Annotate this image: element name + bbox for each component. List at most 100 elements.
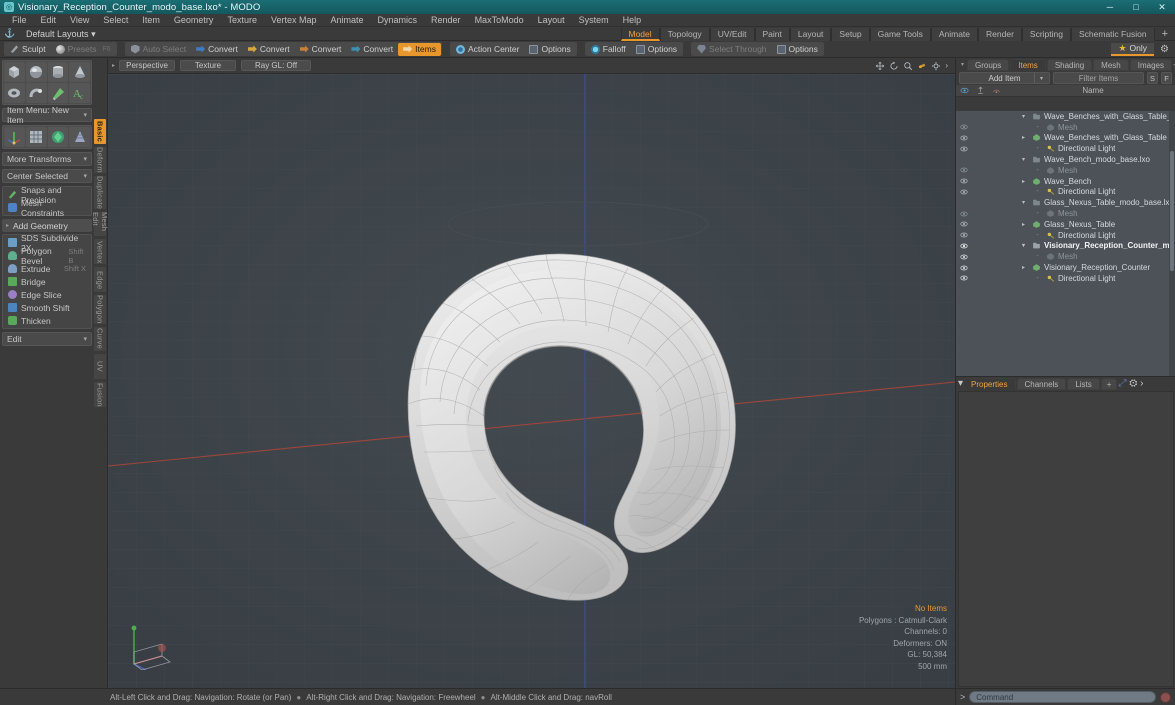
menu-vertex-map[interactable]: Vertex Map (264, 14, 324, 27)
tab-properties[interactable]: Properties (963, 378, 1015, 390)
select-through-options-button[interactable]: Options (772, 43, 823, 56)
column-name-header[interactable]: Name (1004, 86, 1175, 95)
tab-channels[interactable]: Channels (1017, 378, 1067, 390)
table-row[interactable]: ▾ Wave_Benches_with_Glass_Table_modo_b .… (956, 111, 1175, 122)
menu-texture[interactable]: Texture (220, 14, 264, 27)
menu-edit[interactable]: Edit (34, 14, 64, 27)
viewport-canvas[interactable]: No Items Polygons : Catmull-Clark Channe… (108, 74, 955, 688)
grid-tool-button[interactable] (26, 127, 47, 147)
close-button[interactable]: ✕ (1149, 0, 1175, 14)
tab-items[interactable]: Items (1010, 59, 1046, 71)
table-row[interactable]: - Directional Light (956, 187, 1175, 198)
vtab-curve[interactable]: Curve (93, 326, 107, 353)
tab-uv-edit[interactable]: UV/Edit (710, 28, 755, 41)
convert-polygon-button[interactable]: Convert (295, 43, 347, 56)
table-row[interactable]: ▾ Glass_Nexus_Table_modo_base.lxo (956, 197, 1175, 208)
visibility-toggle[interactable] (956, 274, 972, 282)
tab-animate[interactable]: Animate (931, 28, 978, 41)
menu-help[interactable]: Help (616, 14, 649, 27)
scroll-thumb[interactable] (1170, 151, 1174, 271)
center-selected-dropdown[interactable]: Center Selected ▾ (2, 169, 92, 183)
viewport-shading-mode[interactable]: Texture (180, 60, 236, 71)
item-tree[interactable]: ▾ Wave_Benches_with_Glass_Table_modo_b .… (956, 111, 1175, 376)
chevron-right-icon[interactable]: › (945, 61, 948, 70)
table-row[interactable]: - Mesh (956, 208, 1175, 219)
cone-tool-button[interactable] (69, 62, 90, 82)
properties-content[interactable] (958, 391, 1174, 687)
vtab-vertex[interactable]: Vertex (93, 238, 107, 265)
table-row[interactable]: - Mesh (956, 122, 1175, 133)
add-geometry-header[interactable]: ▸ Add Geometry (2, 219, 92, 232)
menu-file[interactable]: File (5, 14, 34, 27)
tube-tool-button[interactable] (26, 83, 47, 103)
menu-dynamics[interactable]: Dynamics (371, 14, 425, 27)
vtab-mesh-edit[interactable]: Mesh Edit (93, 211, 107, 238)
filter-s-button[interactable]: S (1147, 72, 1158, 84)
menu-layout[interactable]: Layout (531, 14, 572, 27)
mesh-constraints-item[interactable]: Mesh Constraints (4, 201, 90, 214)
layout-selector[interactable]: Default Layouts ▾ (22, 28, 100, 40)
menu-geometry[interactable]: Geometry (167, 14, 221, 27)
disclosure-triangle[interactable]: ▾ (1018, 113, 1029, 120)
maximize-button[interactable]: □ (1123, 0, 1149, 14)
smooth-shift-item[interactable]: Smooth Shift (4, 301, 90, 314)
menu-animate[interactable]: Animate (323, 14, 370, 27)
tab-groups[interactable]: Groups (967, 59, 1009, 71)
table-row[interactable]: ▸ Wave_Benches_with_Glass_Table (956, 133, 1175, 144)
falloff-button[interactable]: Falloff (586, 43, 631, 56)
zoom-icon[interactable] (903, 61, 913, 71)
menu-system[interactable]: System (572, 14, 616, 27)
torus-tool-button[interactable] (4, 83, 25, 103)
visibility-toggle[interactable] (956, 210, 972, 218)
vtab-deform[interactable]: Deform (93, 146, 107, 174)
visibility-toggle[interactable] (956, 264, 972, 272)
visibility-toggle[interactable] (956, 253, 972, 261)
menu-item[interactable]: Item (135, 14, 167, 27)
table-row[interactable]: ▾ Wave_Bench_modo_base.lxo (956, 154, 1175, 165)
vtab-duplicate[interactable]: Duplicate (93, 175, 107, 210)
disclosure-triangle[interactable]: ▾ (1018, 156, 1029, 163)
bridge-item[interactable]: Bridge (4, 275, 90, 288)
edit-dropdown[interactable]: Edit ▾ (2, 332, 92, 346)
table-row[interactable]: ▾ Visionary_Reception_Counter_modo... (956, 241, 1175, 252)
visibility-toggle[interactable] (956, 134, 972, 142)
tab-setup[interactable]: Setup (831, 28, 869, 41)
visibility-toggle[interactable] (956, 166, 972, 174)
edge-slice-item[interactable]: Edge Slice (4, 288, 90, 301)
thicken-item[interactable]: Thicken (4, 314, 90, 327)
viewport-view-mode[interactable]: Perspective (119, 60, 175, 71)
expand-icon[interactable]: ⤢ (1118, 378, 1126, 389)
rotate-icon[interactable] (889, 61, 899, 71)
tab-schematic-fusion[interactable]: Schematic Fusion (1071, 28, 1155, 41)
visibility-toggle[interactable] (956, 188, 972, 196)
pan-icon[interactable] (875, 61, 885, 71)
table-row[interactable]: ▸ Visionary_Reception_Counter (956, 262, 1175, 273)
disclosure-triangle[interactable]: ▾ (1018, 199, 1029, 206)
presets-button[interactable]: Presets F6 (51, 43, 116, 56)
menu-maxtomodo[interactable]: MaxToModo (468, 14, 531, 27)
chevron-down-icon[interactable]: ▾ (1034, 73, 1048, 83)
fit-icon[interactable] (917, 61, 927, 71)
tab-lists[interactable]: Lists (1067, 378, 1099, 390)
chevron-right-icon[interactable]: › (1140, 378, 1143, 389)
gem-tool-button[interactable] (48, 127, 69, 147)
vtab-polygon[interactable]: Polygon (93, 294, 107, 325)
menu-view[interactable]: View (63, 14, 96, 27)
sphere-tool-button[interactable] (26, 62, 47, 82)
falloff-options-button[interactable]: Options (631, 43, 682, 56)
record-icon[interactable] (1160, 692, 1171, 703)
column-visibility-icon[interactable] (956, 86, 972, 95)
only-toggle[interactable]: ★ Only (1111, 43, 1154, 56)
gear-icon[interactable] (931, 61, 941, 71)
item-tree-vscrollbar[interactable] (1169, 111, 1175, 376)
action-center-options-button[interactable]: Options (524, 43, 575, 56)
visibility-toggle[interactable] (956, 145, 972, 153)
visibility-toggle[interactable] (956, 231, 972, 239)
table-row[interactable]: ▸ Wave_Bench (956, 176, 1175, 187)
vtab-uv[interactable]: UV (93, 353, 107, 380)
tab-paint[interactable]: Paint (755, 28, 790, 41)
table-row[interactable]: - Directional Light (956, 230, 1175, 241)
properties-add-tab-button[interactable]: + (1101, 378, 1118, 390)
disclosure-triangle[interactable]: ▸ (1018, 134, 1029, 141)
disclosure-triangle[interactable]: ▸ (1018, 264, 1029, 271)
